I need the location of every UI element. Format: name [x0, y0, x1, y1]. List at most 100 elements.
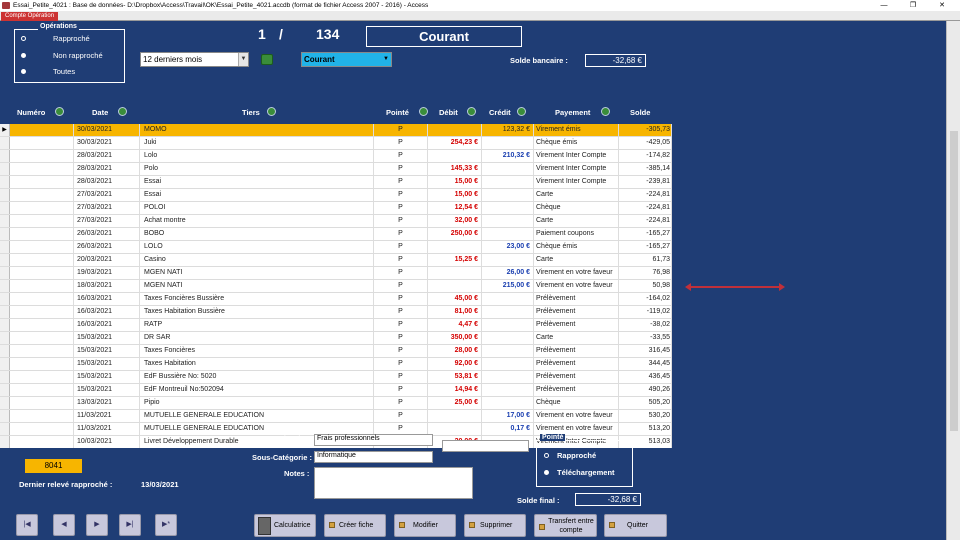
- scrollbar-thumb[interactable]: [950, 131, 958, 431]
- record-selector[interactable]: [0, 163, 10, 175]
- col-header-pointe[interactable]: Pointé: [386, 108, 409, 117]
- table-row[interactable]: 15/03/2021 EdF Bussière No: 5020 P 53,81 € P…: [0, 371, 672, 384]
- table-row[interactable]: 11/03/2021 MUTUELLE GENERALE EDUCATION P 17…: [0, 410, 672, 423]
- record-selector[interactable]: [0, 254, 10, 266]
- exit-icon: [609, 522, 615, 528]
- col-header-solde[interactable]: Solde: [630, 108, 650, 117]
- record-selector[interactable]: [0, 371, 10, 383]
- radio-telechargement[interactable]: [544, 470, 549, 475]
- table-row[interactable]: 19/03/2021 MGEN NATI P 26,00 € Virement en v…: [0, 267, 672, 280]
- sort-icon[interactable]: [118, 107, 127, 116]
- col-header-numero[interactable]: Numéro: [17, 108, 45, 117]
- sous-categorie-field[interactable]: Informatique: [314, 451, 433, 463]
- account-select[interactable]: Courant ▼: [301, 52, 392, 67]
- table-row[interactable]: 15/03/2021 DR SAR P 350,00 € Carte -33,55: [0, 332, 672, 345]
- tab-compte-operation[interactable]: Compte Opération: [1, 12, 59, 21]
- next-record-button[interactable]: ▶: [86, 514, 108, 536]
- table-row[interactable]: ▶ 30/03/2021 MOMO P 123,32 € Virement émis -30…: [0, 124, 672, 137]
- radio-rapproche[interactable]: [21, 36, 26, 41]
- table-row[interactable]: 28/03/2021 Lolo P 210,32 € Virement Inter Co…: [0, 150, 672, 163]
- record-selector[interactable]: [0, 215, 10, 227]
- sort-icon[interactable]: [517, 107, 526, 116]
- record-selector[interactable]: [0, 397, 10, 409]
- record-selector[interactable]: [0, 293, 10, 305]
- chevron-down-icon[interactable]: ▼: [238, 53, 248, 66]
- first-record-button[interactable]: |◀: [16, 514, 38, 536]
- calculatrice-button[interactable]: Calculatrice: [254, 514, 316, 537]
- categorie-field[interactable]: Frais professionnels: [314, 434, 433, 446]
- record-selector[interactable]: [0, 384, 10, 396]
- sort-icon[interactable]: [267, 107, 276, 116]
- table-row[interactable]: 13/03/2021 Pipio P 25,00 € Chèque 505,20: [0, 397, 672, 410]
- table-row[interactable]: 15/03/2021 Taxes Habitation P 92,00 € Prélèv…: [0, 358, 672, 371]
- table-row[interactable]: 28/03/2021 Essai P 15,00 € Virement Inter Co…: [0, 176, 672, 189]
- creer-fiche-button[interactable]: Créer fiche: [324, 514, 386, 537]
- cell-numero: [10, 423, 74, 435]
- record-selector[interactable]: [0, 410, 10, 422]
- record-selector[interactable]: [0, 423, 10, 435]
- sort-icon[interactable]: [55, 107, 64, 116]
- radio-toutes[interactable]: [21, 69, 26, 74]
- table-row[interactable]: 28/03/2021 Polo P 145,33 € Virement Inter Co…: [0, 163, 672, 176]
- last-record-button[interactable]: ▶|: [119, 514, 141, 536]
- table-row[interactable]: 15/03/2021 Taxes Foncières P 28,00 € Prélève…: [0, 345, 672, 358]
- col-header-paiement[interactable]: Payement: [555, 108, 590, 117]
- modifier-button[interactable]: Modifier: [394, 514, 456, 537]
- minimize-button[interactable]: —: [873, 0, 895, 11]
- sort-icon[interactable]: [419, 107, 428, 116]
- col-header-debit[interactable]: Débit: [439, 108, 458, 117]
- record-selector[interactable]: ▶: [0, 124, 10, 136]
- table-row[interactable]: 26/03/2021 BOBO P 250,00 € Paiement coupons -…: [0, 228, 672, 241]
- record-selector[interactable]: [0, 267, 10, 279]
- quitter-button[interactable]: Quitter: [604, 514, 667, 537]
- period-select[interactable]: 12 derniers mois ▼: [140, 52, 249, 67]
- record-selector[interactable]: [0, 280, 10, 292]
- record-selector[interactable]: [0, 319, 10, 331]
- record-selector[interactable]: [0, 345, 10, 357]
- maximize-button[interactable]: ❐: [902, 0, 924, 11]
- record-selector[interactable]: [0, 189, 10, 201]
- new-record-button[interactable]: ▶*: [155, 514, 177, 536]
- sort-icon[interactable]: [467, 107, 476, 116]
- col-header-tiers[interactable]: Tiers: [242, 108, 260, 117]
- close-button[interactable]: ✕: [931, 0, 953, 11]
- record-selector[interactable]: [0, 358, 10, 370]
- creer-fiche-label: Créer fiche: [339, 522, 374, 529]
- table-row[interactable]: 18/03/2021 MGEN NATI P 215,00 € Virement en …: [0, 280, 672, 293]
- table-row[interactable]: 20/03/2021 Casino P 15,25 € Carte 61,73: [0, 254, 672, 267]
- record-selector[interactable]: [0, 241, 10, 253]
- record-selector[interactable]: [0, 332, 10, 344]
- cell-credit: 123,32 €: [482, 124, 534, 136]
- radio-non-rapproche[interactable]: [21, 53, 26, 58]
- record-selector[interactable]: [0, 137, 10, 149]
- table-row[interactable]: 27/03/2021 Achat montre P 32,00 € Carte -224,…: [0, 215, 672, 228]
- record-selector[interactable]: [0, 228, 10, 240]
- operations-grid[interactable]: ▶ 30/03/2021 MOMO P 123,32 € Virement émis -30…: [0, 124, 672, 448]
- record-selector[interactable]: [0, 436, 10, 448]
- sort-icon[interactable]: [601, 107, 610, 116]
- record-selector[interactable]: [0, 202, 10, 214]
- col-header-date[interactable]: Date: [92, 108, 108, 117]
- record-selector[interactable]: [0, 150, 10, 162]
- table-row[interactable]: 16/03/2021 RATP P 4,47 € Prélèvement -38,02: [0, 319, 672, 332]
- table-row[interactable]: 27/03/2021 Essai P 15,00 € Carte -224,81: [0, 189, 672, 202]
- radio-pointe-rapproche[interactable]: [544, 453, 549, 458]
- notes-field[interactable]: [314, 467, 473, 499]
- col-header-credit[interactable]: Crédit: [489, 108, 511, 117]
- table-row[interactable]: 16/03/2021 Taxes Habitation Bussière P 81,0…: [0, 306, 672, 319]
- table-row[interactable]: 30/03/2021 Juki P 254,23 € Chèque émis -429,0…: [0, 137, 672, 150]
- table-row[interactable]: 27/03/2021 POLOI P 12,54 € Chèque -224,81: [0, 202, 672, 215]
- record-selector[interactable]: [0, 176, 10, 188]
- record-total: 134: [316, 26, 340, 42]
- table-row[interactable]: 16/03/2021 Taxes Foncières Bussière P 45,00…: [0, 293, 672, 306]
- previous-record-button[interactable]: ◀: [53, 514, 75, 536]
- supprimer-button[interactable]: Supprimer: [464, 514, 526, 537]
- table-row[interactable]: 26/03/2021 LOLO P 23,00 € Chèque émis -165,27: [0, 241, 672, 254]
- extra-field[interactable]: [442, 440, 529, 452]
- table-row[interactable]: 15/03/2021 EdF Montreuil No:502094 P 14,94 …: [0, 384, 672, 397]
- form-vertical-scrollbar[interactable]: [946, 21, 960, 540]
- apply-filter-button[interactable]: [261, 54, 273, 65]
- chevron-down-icon[interactable]: ▼: [381, 53, 391, 66]
- record-selector[interactable]: [0, 306, 10, 318]
- transfert-button[interactable]: Transfert entre compte: [534, 514, 597, 537]
